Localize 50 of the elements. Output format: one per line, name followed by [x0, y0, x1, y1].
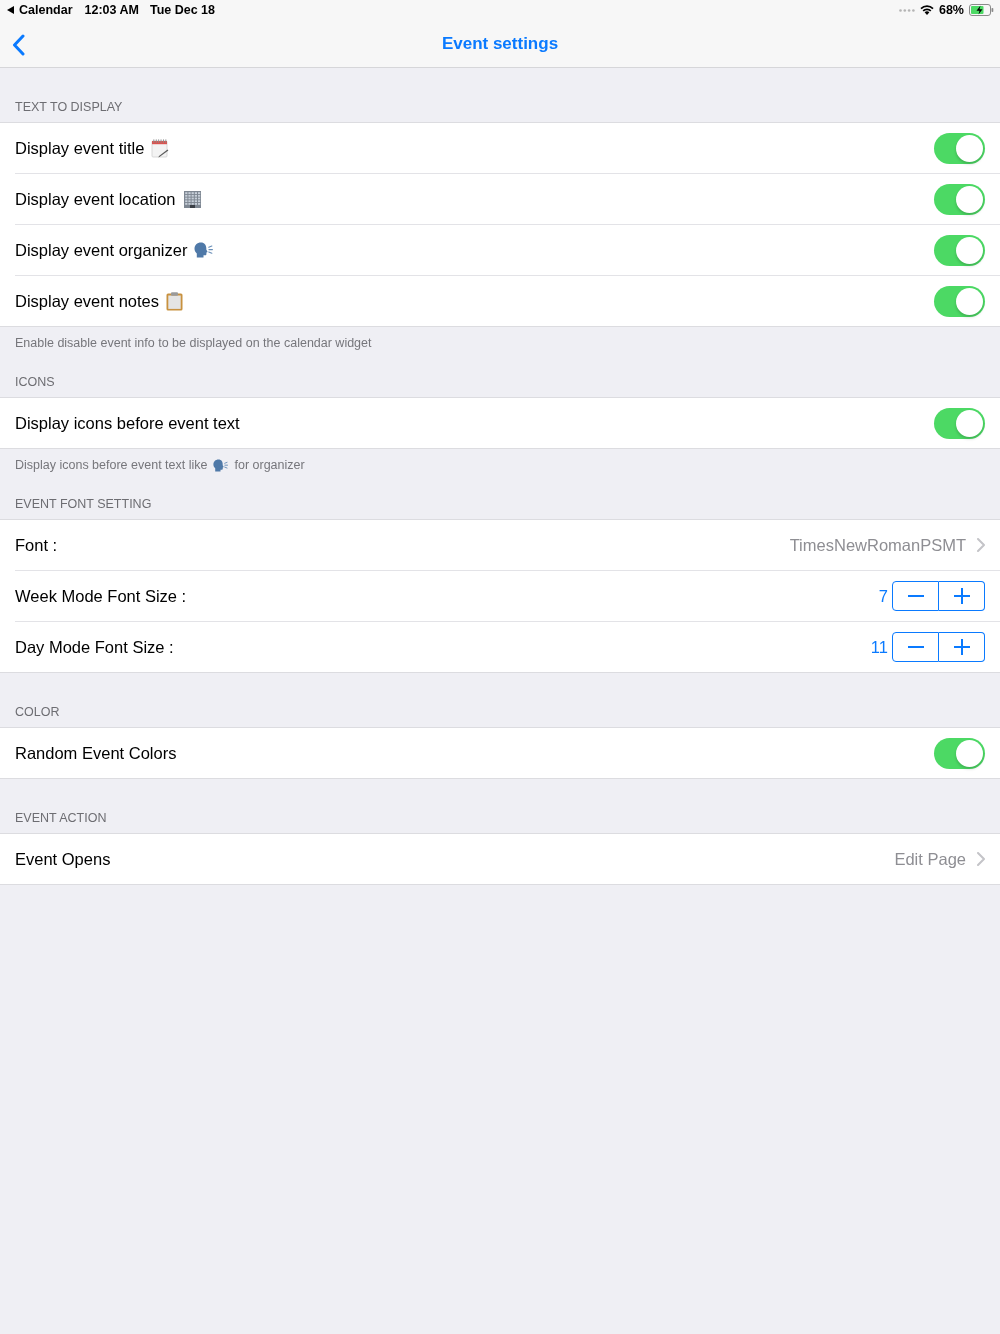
toggle-switch[interactable]	[934, 234, 985, 266]
section-header: EVENT ACTION	[15, 810, 107, 826]
toggle-switch[interactable]	[934, 132, 985, 164]
status-date: Tue Dec 18	[149, 3, 215, 17]
section-footer-text: Display icons before event text like	[15, 457, 208, 473]
plus-icon	[953, 588, 970, 604]
setting-label: Display event notes	[15, 291, 159, 311]
section-header: EVENT FONT SETTING	[15, 496, 152, 512]
setting-value: TimesNewRomanPSMT	[789, 535, 966, 555]
stepper-value: 7	[878, 586, 888, 606]
wifi-icon	[919, 5, 934, 15]
minus-icon	[907, 646, 924, 648]
setting-value: Edit Page	[894, 849, 966, 869]
battery-percentage: 68%	[938, 3, 964, 17]
toggle-switch[interactable]	[934, 285, 985, 317]
minus-icon	[907, 595, 924, 597]
back-button[interactable]	[10, 32, 27, 58]
section-header: TEXT TO DISPLAY	[15, 99, 123, 115]
setting-label: Week Mode Font Size :	[15, 586, 187, 606]
setting-label: Display event organizer	[15, 240, 188, 260]
stepper-value: 11	[870, 637, 888, 657]
battery-charging-icon	[969, 4, 994, 16]
toggle-switch[interactable]	[934, 407, 985, 439]
signal-dots-icon	[898, 8, 915, 12]
setting-label: Display event location	[15, 189, 176, 209]
setting-label: Display icons before event text	[15, 413, 240, 433]
increment-button[interactable]	[939, 632, 985, 662]
decrement-button[interactable]	[892, 632, 939, 662]
back-chevron-icon	[12, 34, 25, 56]
toggle-switch[interactable]	[934, 737, 985, 769]
chevron-right-icon[interactable]	[977, 538, 985, 552]
back-to-app-link[interactable]: Calendar	[19, 3, 73, 17]
decrement-button[interactable]	[892, 581, 939, 611]
nav-title: Event settings	[441, 33, 559, 54]
increment-button[interactable]	[939, 581, 985, 611]
speaking-head-icon	[213, 458, 229, 472]
section-header: ICONS	[15, 374, 55, 390]
plus-icon	[953, 639, 970, 655]
setting-label: Display event title	[15, 138, 145, 158]
setting-label: Day Mode Font Size :	[15, 637, 174, 657]
chevron-right-icon[interactable]	[977, 852, 985, 866]
section-footer-text: for organizer	[234, 457, 305, 473]
back-triangle-icon[interactable]	[7, 6, 14, 14]
section-header: COLOR	[15, 704, 60, 720]
toggle-switch[interactable]	[934, 183, 985, 215]
setting-label: Font :	[15, 535, 58, 555]
setting-label: Event Opens	[15, 849, 111, 869]
section-footer-text: Enable disable event info to be displayed on the calendar widget	[15, 335, 372, 351]
setting-label: Random Event Colors	[15, 743, 177, 763]
status-time: 12:03 AM	[84, 3, 139, 17]
